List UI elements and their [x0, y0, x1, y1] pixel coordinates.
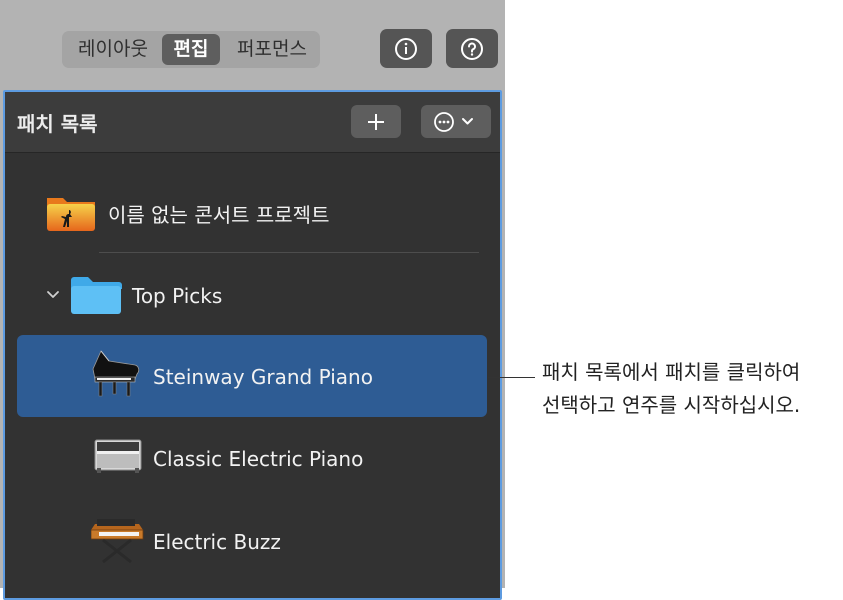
patch-name: Classic Electric Piano	[153, 447, 364, 471]
plus-icon	[368, 113, 384, 130]
tab-layout[interactable]: 레이아웃	[68, 31, 158, 68]
callout-line-2: 선택하고 연주를 시작하십시오.	[542, 393, 801, 417]
callout-text: 패치 목록에서 패치를 클릭하여 선택하고 연주를 시작하십시오.	[542, 356, 800, 422]
question-icon	[461, 37, 483, 60]
add-patch-button[interactable]	[351, 105, 401, 138]
folder-icon	[71, 277, 122, 314]
project-name: 이름 없는 콘서트 프로젝트	[108, 203, 330, 227]
divider	[99, 252, 479, 253]
view-segmented-control: 레이아웃 편집 퍼포먼스	[62, 31, 320, 68]
patch-name: Steinway Grand Piano	[153, 365, 373, 389]
app-window: 레이아웃 편집 퍼포먼스 패치 목록 이름 없는 콘서트 프로젝트 Top Pi…	[0, 0, 505, 600]
help-button[interactable]	[446, 29, 498, 68]
patch-name: Electric Buzz	[153, 530, 281, 554]
patch-list-header: 패치 목록	[5, 92, 500, 153]
callout-line-1: 패치 목록에서 패치를 클릭하여	[542, 360, 801, 384]
concert-folder-icon	[47, 198, 95, 231]
electric-piano-icon	[94, 439, 142, 473]
more-options-button[interactable]	[421, 105, 491, 138]
info-icon	[395, 37, 417, 60]
patch-list-panel: 패치 목록 이름 없는 콘서트 프로젝트 Top Picks Steinway …	[3, 90, 502, 600]
folder-name: Top Picks	[132, 284, 223, 308]
synth-icon	[91, 519, 144, 564]
callout-line	[488, 377, 535, 378]
info-button[interactable]	[380, 29, 432, 68]
ellipsis-chevron-icon	[434, 111, 473, 132]
grand-piano-icon	[92, 350, 140, 397]
chevron-down-icon[interactable]	[45, 287, 61, 303]
tab-edit[interactable]: 편집	[162, 34, 220, 65]
tab-performance[interactable]: 퍼포먼스	[226, 31, 318, 68]
panel-title: 패치 목록	[17, 112, 98, 136]
patch-row-steinway[interactable]: Steinway Grand Piano	[17, 335, 487, 417]
